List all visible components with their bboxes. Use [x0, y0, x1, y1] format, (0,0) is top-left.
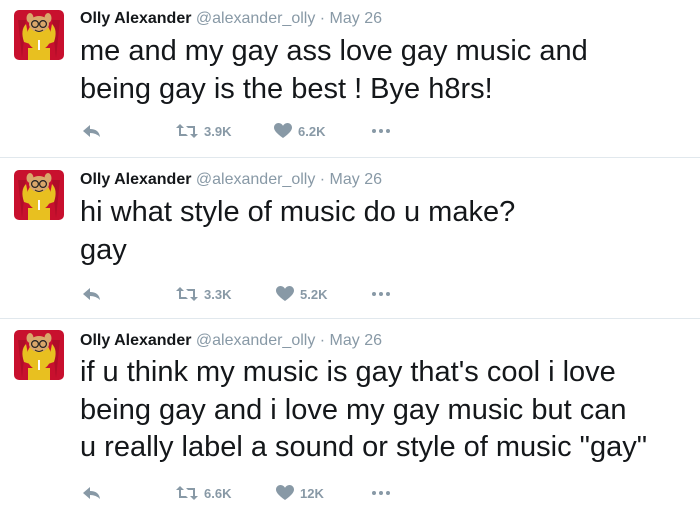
retweet-icon: [176, 486, 198, 500]
arthur-aardvark-avatar-icon: [14, 330, 64, 380]
tweet-date[interactable]: · May 26: [320, 171, 382, 188]
retweet-button[interactable]: 3.9K: [176, 119, 231, 143]
tweet-actions: 3.3K 5.2K: [80, 282, 480, 306]
tweet-header: Olly Alexander @alexander_olly · May 26: [80, 171, 382, 189]
retweet-icon: [176, 287, 198, 301]
reply-button[interactable]: [82, 119, 102, 143]
avatar[interactable]: [14, 170, 64, 220]
tweet-text-line: me and my gay ass love gay music and: [80, 35, 588, 67]
author-handle[interactable]: @alexander_olly: [196, 171, 315, 188]
retweet-button[interactable]: 3.3K: [176, 282, 231, 306]
author-handle[interactable]: @alexander_olly: [196, 10, 315, 27]
tweet-date[interactable]: · May 26: [320, 10, 382, 27]
reply-button[interactable]: [82, 282, 102, 306]
retweet-icon: [176, 124, 198, 138]
tweet-date[interactable]: · May 26: [320, 332, 382, 349]
reply-icon: [83, 487, 100, 499]
like-count: 12K: [300, 485, 324, 501]
more-dots-icon: [372, 292, 393, 296]
tweet-text-line: gay: [80, 233, 127, 266]
arthur-aardvark-avatar-icon: [14, 10, 64, 60]
heart-icon: [274, 123, 292, 138]
tweet-text-line: if u think my music is gay that's cool i…: [80, 356, 616, 388]
more-button[interactable]: [372, 481, 393, 505]
tweet-text: me and my gay ass love gay music and bei…: [80, 33, 588, 108]
like-button[interactable]: 5.2K: [276, 282, 327, 306]
author-name[interactable]: Olly Alexander: [80, 171, 191, 188]
arthur-aardvark-avatar-icon: [14, 170, 64, 220]
tweet-text-line: being gay is the best ! Bye h8rs!: [80, 72, 493, 105]
more-button[interactable]: [372, 282, 393, 306]
more-dots-icon: [372, 129, 393, 133]
tweet-text: hi what style of music do u make? gay: [80, 194, 515, 269]
like-button[interactable]: 12K: [276, 481, 324, 505]
retweet-button[interactable]: 6.6K: [176, 481, 231, 505]
like-count: 6.2K: [298, 123, 326, 139]
more-button[interactable]: [372, 119, 393, 143]
reply-icon: [83, 125, 100, 137]
retweet-count: 3.3K: [204, 286, 232, 302]
tweet-text-line: being gay and i love my gay music but ca…: [80, 393, 627, 426]
heart-icon: [276, 286, 294, 301]
tweet-text: if u think my music is gay that's cool i…: [80, 354, 647, 467]
tweet-header: Olly Alexander @alexander_olly · May 26: [80, 332, 382, 350]
tweet-header: Olly Alexander @alexander_olly · May 26: [80, 10, 382, 28]
avatar[interactable]: [14, 330, 64, 380]
like-count: 5.2K: [300, 286, 328, 302]
retweet-count: 6.6K: [204, 485, 232, 501]
reply-button[interactable]: [82, 481, 102, 505]
tweet[interactable]: Olly Alexander @alexander_olly · May 26 …: [0, 157, 700, 318]
retweet-count: 3.9K: [204, 123, 232, 139]
like-button[interactable]: 6.2K: [274, 119, 325, 143]
author-handle[interactable]: @alexander_olly: [196, 332, 315, 349]
more-dots-icon: [372, 491, 393, 495]
tweet-text-line: hi what style of music do u make?: [80, 196, 516, 228]
tweet[interactable]: Olly Alexander @alexander_olly · May 26 …: [0, 0, 700, 157]
avatar[interactable]: [14, 10, 64, 60]
reply-icon: [83, 288, 100, 300]
author-name[interactable]: Olly Alexander: [80, 10, 191, 27]
tweet[interactable]: Olly Alexander @alexander_olly · May 26 …: [0, 318, 700, 515]
heart-icon: [276, 485, 294, 500]
author-name[interactable]: Olly Alexander: [80, 332, 191, 349]
tweet-actions: 3.9K 6.2K: [80, 119, 480, 143]
tweet-text-line: u really label a sound or style of music…: [80, 431, 648, 463]
tweet-actions: 6.6K 12K: [80, 481, 480, 505]
